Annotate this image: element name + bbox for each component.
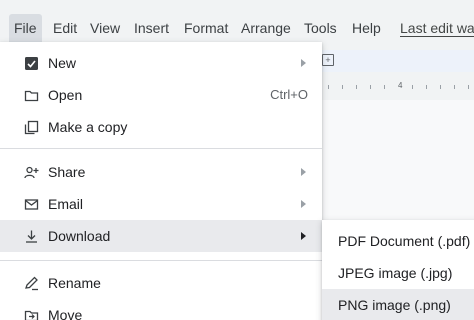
pencil-icon xyxy=(24,276,39,291)
ruler-tick xyxy=(384,85,385,89)
add-icon[interactable]: + xyxy=(322,54,334,66)
ruler-tick xyxy=(426,85,427,89)
copy-icon xyxy=(24,120,39,135)
ruler-tick xyxy=(412,85,413,89)
new-doc-icon xyxy=(24,56,39,71)
add-person-icon xyxy=(24,165,39,180)
menu-divider xyxy=(0,260,322,261)
download-icon xyxy=(24,229,39,244)
ruler: 4 xyxy=(320,80,474,92)
menu-item-label: Email xyxy=(48,196,84,212)
menu-item-label: Open xyxy=(48,87,83,103)
menu-item-label: PDF Document (.pdf) xyxy=(338,233,471,249)
folder-icon xyxy=(24,88,39,103)
ruler-tick xyxy=(356,85,357,89)
download-submenu: PDF Document (.pdf) JPEG image (.jpg) PN… xyxy=(322,220,474,320)
menu-item-jpeg[interactable]: JPEG image (.jpg) xyxy=(322,257,474,289)
toolbar xyxy=(320,50,474,72)
menu-item-label: Share xyxy=(48,164,86,180)
menu-item-label: Make a copy xyxy=(48,119,128,135)
ruler-tick xyxy=(370,85,371,89)
menu-arrange[interactable]: Arrange xyxy=(241,19,291,37)
menu-item-label: Download xyxy=(48,228,111,244)
shortcut-text: Ctrl+O xyxy=(270,87,308,102)
menu-item-label: New xyxy=(48,55,77,71)
submenu-arrow-icon xyxy=(301,168,306,176)
submenu-arrow-icon xyxy=(301,59,306,67)
menu-file[interactable]: File xyxy=(9,14,42,42)
ruler-tick xyxy=(342,85,343,89)
ruler-tick xyxy=(328,85,329,89)
menu-item-label: JPEG image (.jpg) xyxy=(338,265,453,281)
ruler-number: 4 xyxy=(398,81,403,90)
submenu-arrow-icon xyxy=(301,232,306,240)
last-edit-link[interactable]: Last edit wa xyxy=(400,19,474,37)
menu-tools[interactable]: Tools xyxy=(304,19,337,37)
menu-insert[interactable]: Insert xyxy=(134,19,169,37)
menu-item-label: Rename xyxy=(48,275,101,291)
ruler-tick xyxy=(468,85,469,89)
menu-help[interactable]: Help xyxy=(352,19,381,37)
menu-item-open[interactable]: Open Ctrl+O xyxy=(0,79,322,111)
menu-item-move[interactable]: Move xyxy=(0,299,322,320)
menu-item-rename[interactable]: Rename xyxy=(0,267,322,299)
menu-item-label: Move xyxy=(48,307,83,320)
menu-view[interactable]: View xyxy=(90,19,120,37)
file-menu: New Open Ctrl+O Make a copy Share Email … xyxy=(0,42,322,320)
menu-edit[interactable]: Edit xyxy=(53,19,77,37)
menu-item-label: PNG image (.png) xyxy=(338,297,451,313)
menu-item-new[interactable]: New xyxy=(0,47,322,79)
ruler-tick xyxy=(440,85,441,89)
menu-divider xyxy=(0,148,322,149)
ruler-tick xyxy=(454,85,455,89)
menu-item-download[interactable]: Download xyxy=(0,220,322,252)
menu-item-share[interactable]: Share xyxy=(0,156,322,188)
move-folder-icon xyxy=(24,308,39,320)
mail-icon xyxy=(24,197,39,212)
submenu-arrow-icon xyxy=(301,200,306,208)
menu-item-make-copy[interactable]: Make a copy xyxy=(0,111,322,143)
menu-item-email[interactable]: Email xyxy=(0,188,322,220)
menu-format[interactable]: Format xyxy=(184,19,228,37)
app-window: File Edit View Insert Format Arrange Too… xyxy=(0,0,474,320)
menu-item-png[interactable]: PNG image (.png) xyxy=(322,289,474,320)
menu-item-pdf[interactable]: PDF Document (.pdf) xyxy=(322,225,474,257)
